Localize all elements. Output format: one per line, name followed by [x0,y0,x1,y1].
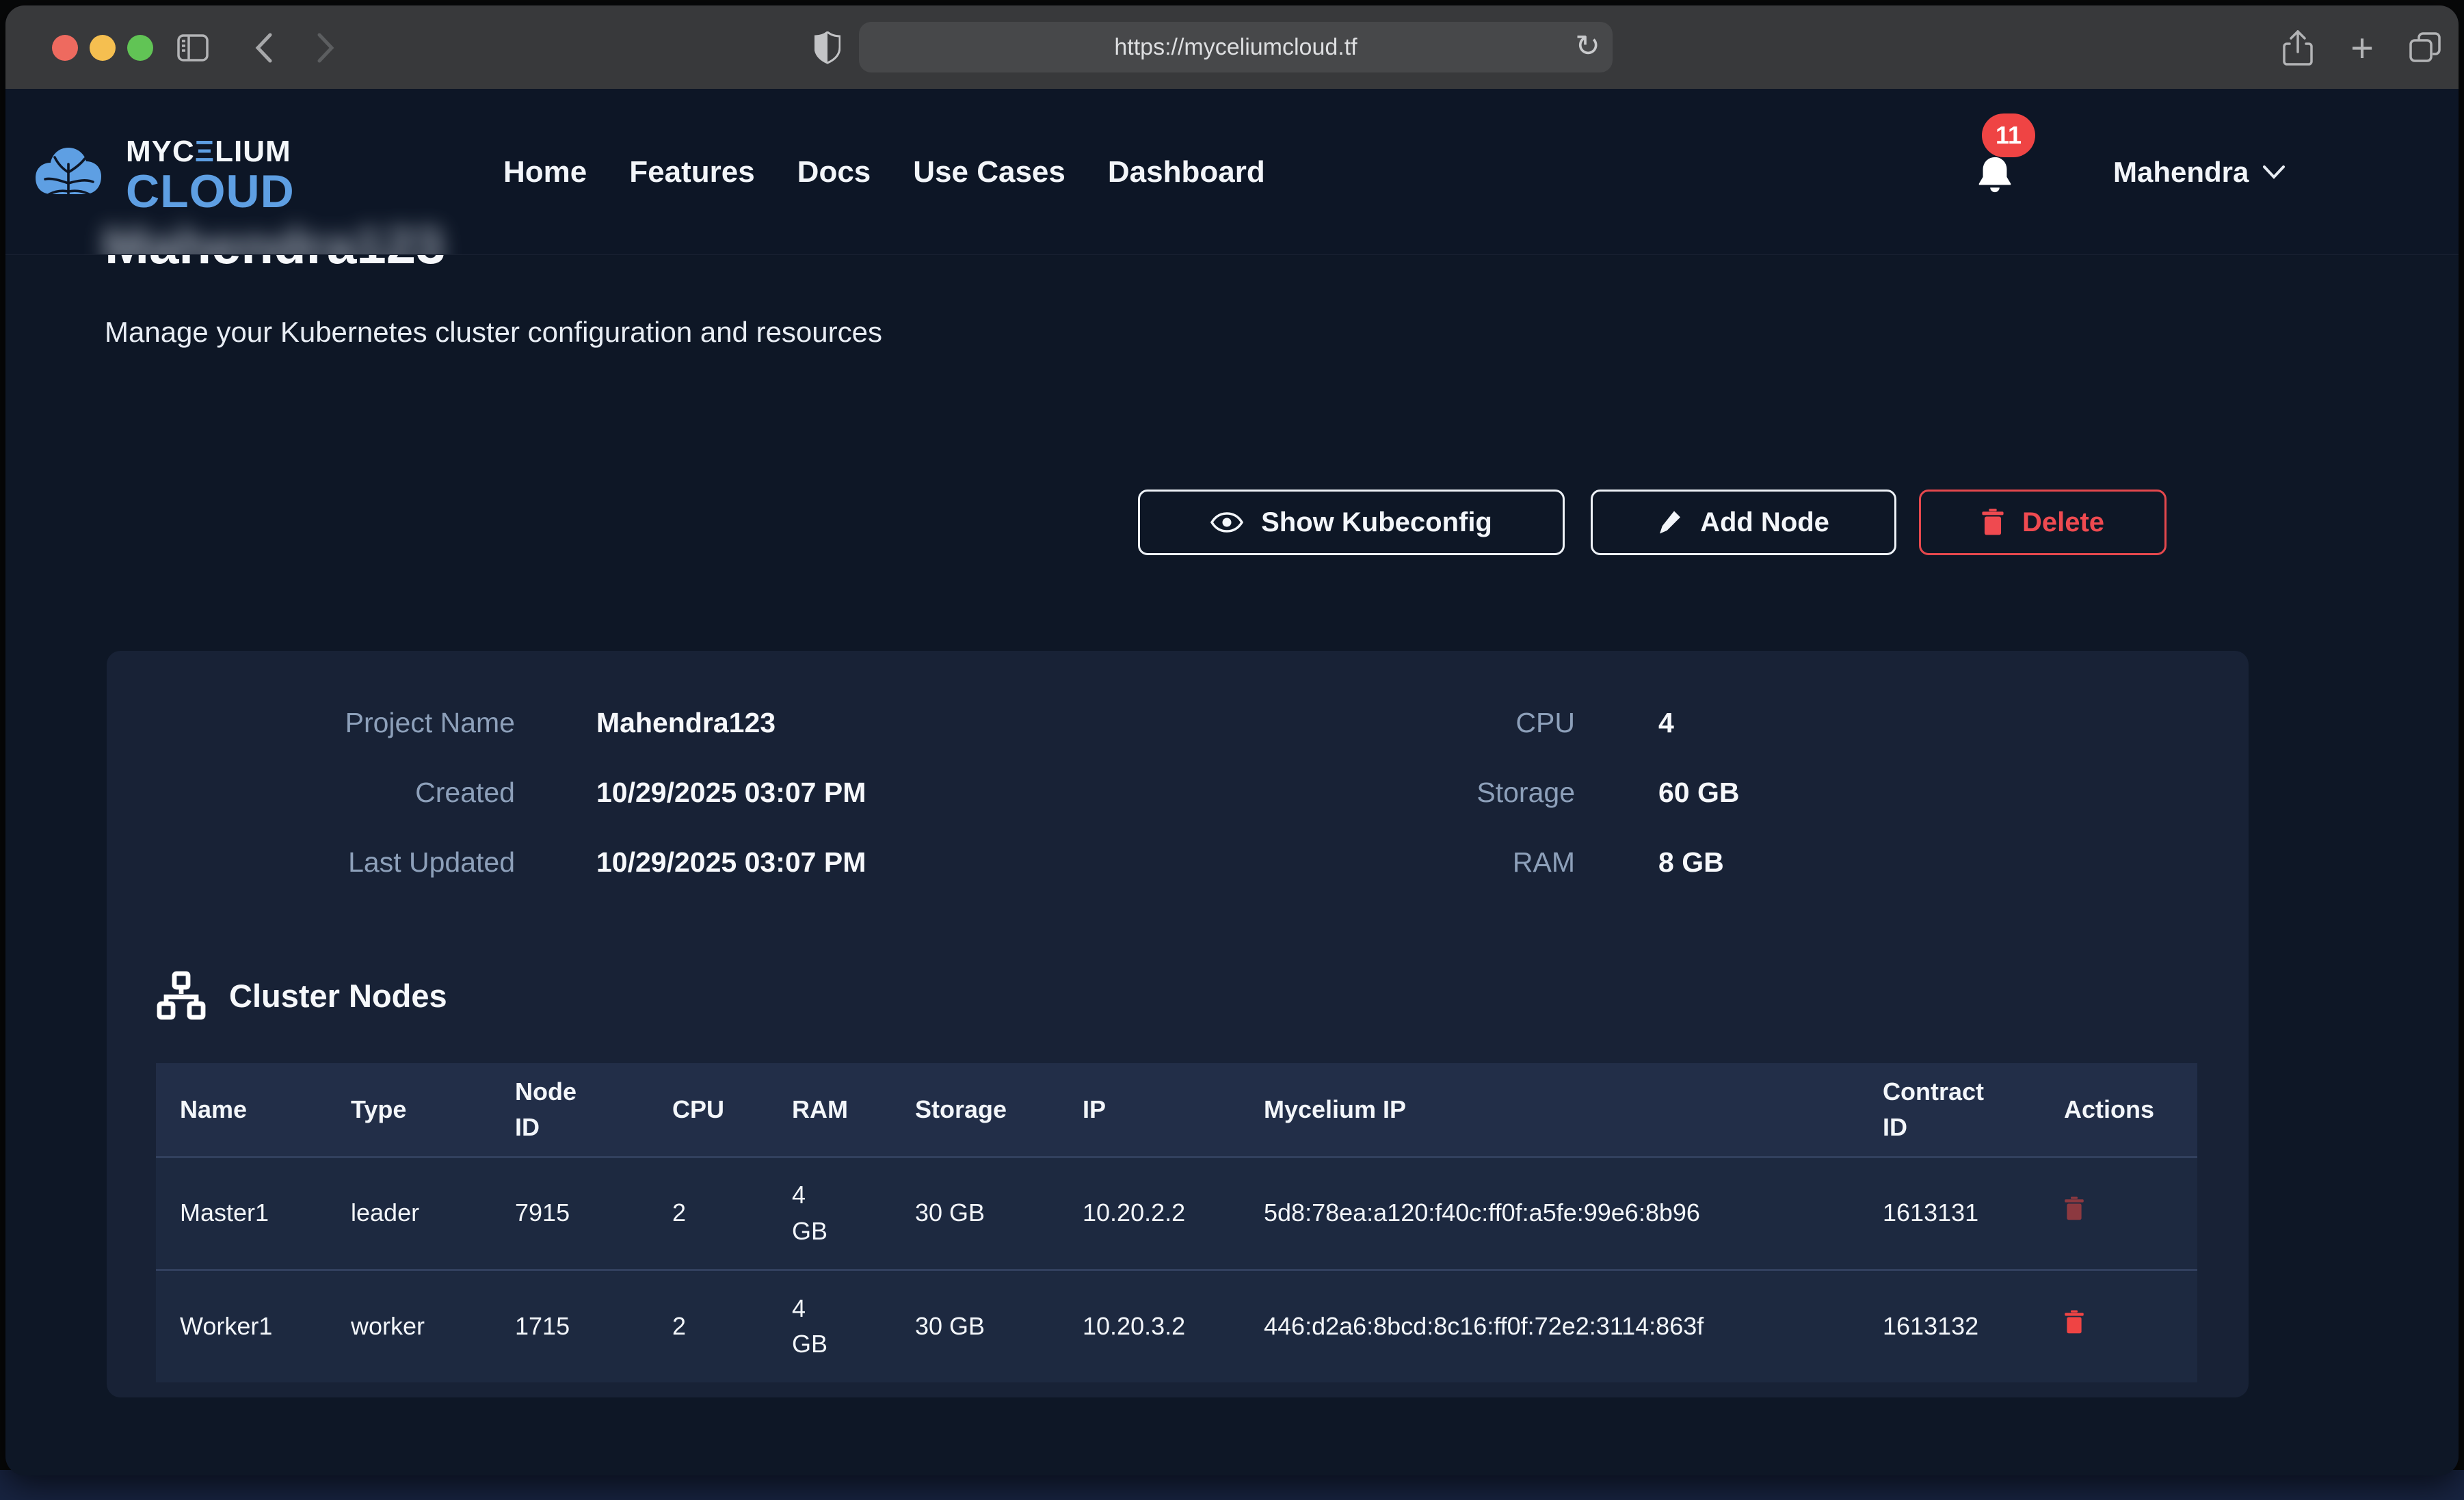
zoom-window-button[interactable] [127,35,153,61]
cell-ip: 10.20.2.2 [1059,1157,1240,1270]
cell-ip: 10.20.3.2 [1059,1270,1240,1382]
page-subtitle: Manage your Kubernetes cluster configura… [105,316,882,349]
col-contract-id: Contract ID [1859,1063,2040,1157]
cell-contract-id: 1613132 [1859,1270,2040,1382]
cell-ram: 4 GB [768,1157,891,1270]
cell-cpu: 2 [648,1157,768,1270]
page-title-ghost: Mahendra123 [103,216,444,255]
last-updated-value: 10/29/2025 03:07 PM [596,846,1007,879]
nav-item-features[interactable]: Features [629,155,754,189]
nav-item-dashboard[interactable]: Dashboard [1108,155,1265,189]
ram-value: 8 GB [1658,846,2000,879]
close-window-button[interactable] [52,35,78,61]
cell-storage: 30 GB [891,1270,1059,1382]
cell-cpu: 2 [648,1270,768,1382]
nav-item-home[interactable]: Home [503,155,587,189]
url-bar[interactable]: https://myceliumcloud.tf ↻ [859,22,1613,72]
logo[interactable]: MYCΞLIUM CLOUD [25,137,295,215]
table-row: Worker1 worker 1715 2 4 GB 30 GB 10.20.3… [156,1270,2197,1382]
cell-type: leader [327,1157,491,1270]
col-storage: Storage [891,1063,1059,1157]
ram-label: RAM [1132,846,1575,879]
back-icon[interactable] [246,30,282,66]
mycelium-cloud-logo-icon [25,145,112,206]
page-content: Mahendra123 Mahendra123 MYCΞLIUM CLOUD [5,89,2459,1475]
cluster-nodes-header: Cluster Nodes [157,971,447,1020]
notification-bell-icon[interactable] [1974,153,2016,196]
nav-item-docs[interactable]: Docs [797,155,871,189]
cell-actions [2040,1157,2197,1270]
col-ip: IP [1059,1063,1240,1157]
trash-icon [2064,1196,2084,1221]
cell-storage: 30 GB [891,1157,1059,1270]
eye-icon [1210,512,1243,533]
col-name: Name [156,1063,327,1157]
browser-window: https://myceliumcloud.tf ↻ + Mahendra123… [5,5,2459,1475]
project-name-label: Project Name [107,707,515,739]
delete-node-button[interactable] [2064,1196,2084,1223]
cluster-details-card: Project Name Mahendra123 Created 10/29/2… [107,651,2249,1397]
storage-value: 60 GB [1658,777,2000,809]
details-left-column: Project Name Mahendra123 Created 10/29/2… [107,704,1007,881]
sidebar-toggle-icon[interactable] [175,30,211,66]
logo-stylized-e: Ξ [195,135,215,168]
user-name: Mahendra [2113,156,2249,189]
minimize-window-button[interactable] [90,35,116,61]
cell-mycelium-ip: 446:d2a6:8bcd:8c16:ff0f:72e2:3114:863f [1240,1270,1859,1382]
logo-text: MYCΞLIUM CLOUD [126,137,295,215]
forward-icon[interactable] [308,30,343,66]
cell-contract-id: 1613131 [1859,1157,2040,1270]
tab-overview-icon[interactable] [2407,30,2443,66]
cell-type: worker [327,1270,491,1382]
show-kubeconfig-button[interactable]: Show Kubeconfig [1138,490,1565,555]
user-menu[interactable]: Mahendra [2113,89,2286,255]
chevron-down-icon [2262,165,2286,180]
col-ram: RAM [768,1063,891,1157]
browser-chrome: https://myceliumcloud.tf ↻ + [5,5,2459,89]
cell-name: Worker1 [156,1270,327,1382]
new-tab-icon[interactable]: + [2344,30,2380,66]
cluster-nodes-table: Name Type Node ID CPU RAM Storage IP Myc… [156,1063,2197,1382]
cell-mycelium-ip: 5d8:78ea:a120:f40c:ff0f:a5fe:99e6:8b96 [1240,1157,1859,1270]
col-node-id: Node ID [491,1063,648,1157]
cell-actions [2040,1270,2197,1382]
cell-ram: 4 GB [768,1270,891,1382]
nav-links: Home Features Docs Use Cases Dashboard [503,89,1265,255]
cell-node-id: 1715 [491,1270,648,1382]
col-cpu: CPU [648,1063,768,1157]
cpu-value: 4 [1658,707,2000,739]
table-header-row: Name Type Node ID CPU RAM Storage IP Myc… [156,1063,2197,1157]
details-right-column: CPU 4 Storage 60 GB RAM 8 GB [1132,704,2000,881]
created-label: Created [107,777,515,809]
cluster-nodes-title: Cluster Nodes [229,977,447,1015]
created-value: 10/29/2025 03:07 PM [596,777,1007,809]
table-row: Master1 leader 7915 2 4 GB 30 GB 10.20.2… [156,1157,2197,1270]
nav-item-use-cases[interactable]: Use Cases [913,155,1065,189]
pencil-icon [1658,509,1682,536]
cell-name: Master1 [156,1157,327,1270]
last-updated-label: Last Updated [107,846,515,879]
storage-label: Storage [1132,777,1575,809]
col-type: Type [327,1063,491,1157]
project-name-value: Mahendra123 [596,707,1007,739]
delete-node-button[interactable] [2064,1310,2084,1337]
url-text: https://myceliumcloud.tf [1114,34,1357,61]
col-mycelium-ip: Mycelium IP [1240,1063,1859,1157]
cell-node-id: 7915 [491,1157,648,1270]
privacy-shield-icon[interactable] [810,30,845,66]
notification-badge: 11 [1982,113,2035,157]
add-node-button[interactable]: Add Node [1591,490,1896,555]
share-icon[interactable] [2280,30,2316,66]
trash-icon [2064,1310,2084,1335]
col-actions: Actions [2040,1063,2197,1157]
cluster-nodes-icon [157,971,206,1020]
site-navbar: Mahendra123 MYCΞLIUM CLOUD Home F [5,89,2459,255]
cpu-label: CPU [1132,707,1575,739]
trash-icon [1981,509,2004,536]
delete-cluster-button[interactable]: Delete [1919,490,2167,555]
reload-icon[interactable]: ↻ [1575,29,1600,64]
